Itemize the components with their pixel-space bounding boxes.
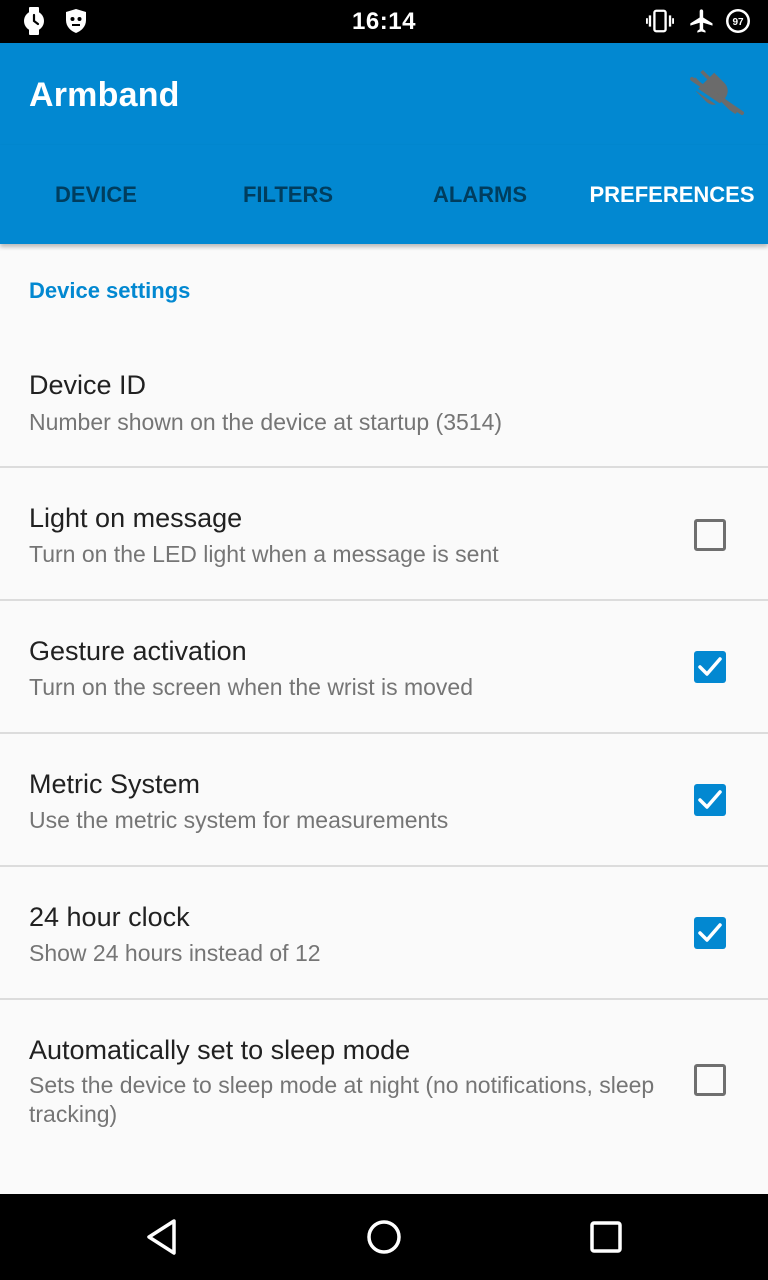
recents-button[interactable] bbox=[581, 1212, 631, 1262]
disconnect-button[interactable] bbox=[684, 63, 750, 129]
pref-metric-system[interactable]: Metric System Use the metric system for … bbox=[0, 734, 768, 867]
pref-summary: Turn on the LED light when a message is … bbox=[29, 541, 499, 567]
pref-title: 24 hour clock bbox=[29, 902, 190, 932]
pref-light-on-message[interactable]: Light on message Turn on the LED light w… bbox=[0, 468, 768, 601]
checkmark-icon bbox=[698, 923, 722, 942]
checkmark-icon bbox=[698, 657, 722, 676]
back-button[interactable] bbox=[137, 1212, 187, 1262]
back-icon bbox=[147, 1219, 176, 1255]
pref-summary: Sets the device to sleep mode at night (… bbox=[29, 1072, 655, 1127]
metric-system-checkbox[interactable] bbox=[694, 784, 726, 816]
home-button[interactable] bbox=[359, 1212, 409, 1262]
auto-sleep-mode-checkbox[interactable] bbox=[694, 1064, 726, 1096]
battery-icon: 97 bbox=[724, 7, 752, 35]
pref-summary: Turn on the screen when the wrist is mov… bbox=[29, 674, 474, 700]
24-hour-clock-checkbox[interactable] bbox=[694, 917, 726, 949]
pref-gesture-activation[interactable]: Gesture activation Turn on the screen wh… bbox=[0, 601, 768, 734]
pref-device-id[interactable]: Device ID Number shown on the device at … bbox=[0, 334, 768, 468]
app-bar: Armband bbox=[0, 43, 768, 145]
pref-title: Device ID bbox=[29, 370, 147, 400]
tab-preferences[interactable]: PREFERENCES bbox=[576, 145, 768, 244]
pref-summary: Number shown on the device at startup (3… bbox=[29, 409, 503, 435]
pref-title: Light on message bbox=[29, 503, 243, 533]
home-icon bbox=[367, 1220, 401, 1254]
pref-summary: Show 24 hours instead of 12 bbox=[29, 940, 321, 966]
section-header: Device settings bbox=[29, 278, 191, 303]
airplane-mode-icon bbox=[688, 7, 716, 35]
disconnected-plug-icon bbox=[686, 63, 748, 130]
preferences-list: Device settings Device ID Number shown o… bbox=[0, 244, 768, 1194]
battery-level: 97 bbox=[732, 17, 744, 28]
checkmark-icon bbox=[698, 790, 722, 809]
pref-title: Automatically set to sleep mode bbox=[29, 1035, 411, 1065]
vibrate-icon bbox=[646, 7, 674, 35]
tab-device[interactable]: DEVICE bbox=[0, 145, 192, 244]
pref-auto-sleep-mode[interactable]: Automatically set to sleep mode Sets the… bbox=[0, 1000, 768, 1160]
pref-title: Metric System bbox=[29, 769, 201, 799]
pref-summary: Use the metric system for measurements bbox=[29, 807, 449, 833]
navigation-bar bbox=[0, 1194, 768, 1280]
status-bar: 16:14 97 bbox=[0, 0, 768, 43]
pref-title: Gesture activation bbox=[29, 636, 247, 666]
tab-alarms[interactable]: ALARMS bbox=[384, 145, 576, 244]
tab-bar: DEVICE FILTERS ALARMS PREFERENCES bbox=[0, 145, 768, 244]
gesture-activation-checkbox[interactable] bbox=[694, 651, 726, 683]
recents-icon bbox=[590, 1221, 622, 1253]
pref-24-hour-clock[interactable]: 24 hour clock Show 24 hours instead of 1… bbox=[0, 867, 768, 1000]
tab-filters[interactable]: FILTERS bbox=[192, 145, 384, 244]
app-title: Armband bbox=[29, 76, 180, 114]
light-on-message-checkbox[interactable] bbox=[694, 519, 726, 551]
